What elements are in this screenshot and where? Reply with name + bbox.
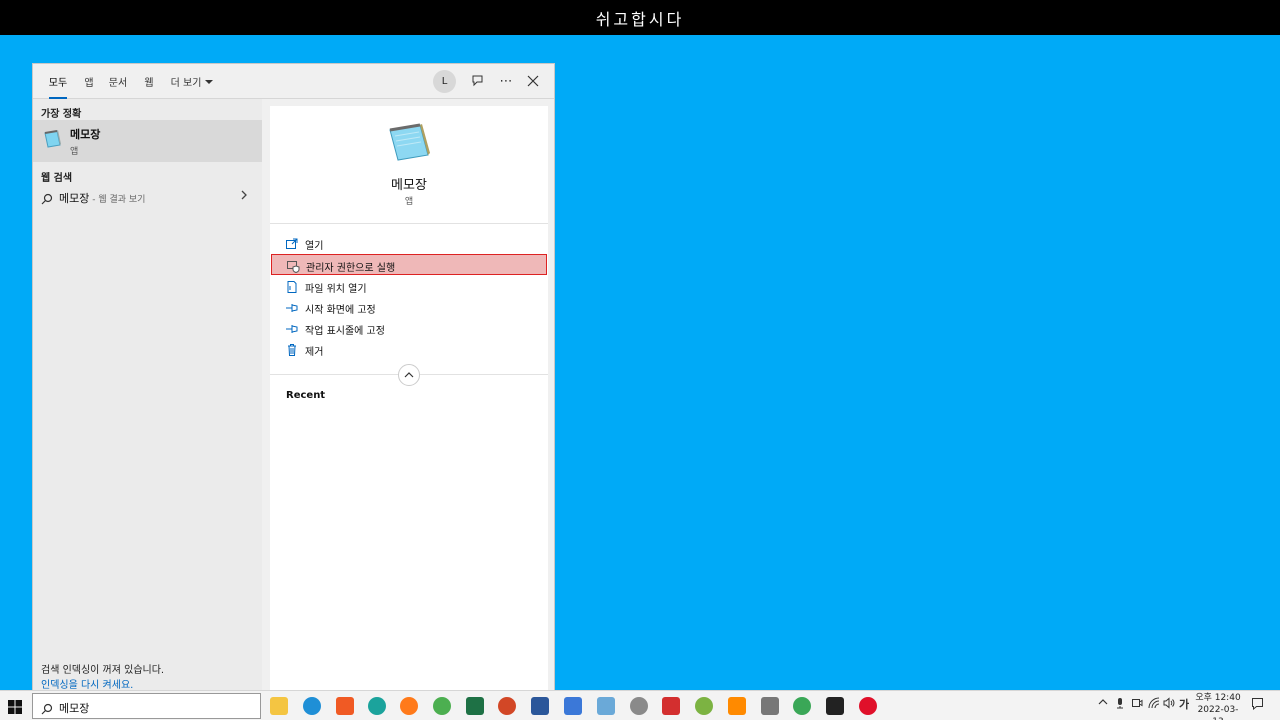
collapse-button[interactable] bbox=[398, 364, 420, 386]
web-search-query: 메모장 bbox=[59, 192, 90, 205]
recent-heading: Recent bbox=[286, 390, 326, 401]
volume-icon[interactable] bbox=[1163, 697, 1175, 712]
action-run-as-admin-label: 관리자 권한으로 실행 bbox=[306, 263, 396, 274]
action-pin-to-taskbar[interactable]: 작업 표시줄에 고정 bbox=[271, 318, 547, 339]
web-search-heading: 웹 검색 bbox=[41, 173, 73, 184]
app-icon[interactable] bbox=[368, 697, 386, 715]
app-icon[interactable] bbox=[826, 697, 844, 715]
word-icon[interactable] bbox=[531, 697, 549, 715]
action-open-file-location[interactable]: 파일 위치 열기 bbox=[271, 276, 547, 297]
action-open[interactable]: 열기 bbox=[271, 233, 547, 254]
firefox-icon[interactable] bbox=[400, 697, 418, 715]
window-title: 쉬고합시다 bbox=[595, 9, 685, 29]
pin-icon bbox=[285, 300, 299, 314]
pin-icon bbox=[285, 321, 299, 335]
file-location-icon bbox=[285, 279, 299, 293]
chrome-icon[interactable] bbox=[433, 697, 451, 715]
notepad-icon bbox=[41, 128, 63, 150]
best-match-heading: 가장 정확 bbox=[41, 109, 82, 120]
file-explorer-icon[interactable] bbox=[270, 697, 288, 715]
brave-icon[interactable] bbox=[336, 697, 354, 715]
edge-icon[interactable] bbox=[303, 697, 321, 715]
taskbar-search-box[interactable]: 메모장 bbox=[32, 693, 261, 719]
chevron-down-icon bbox=[205, 79, 214, 84]
clock-date: 2022-03-13 bbox=[1197, 705, 1239, 720]
search-tabs: 모두 앱 문서 웹 더 보기 L ⋯ bbox=[33, 64, 554, 99]
chevron-up-icon[interactable] bbox=[1098, 697, 1108, 710]
open-icon bbox=[285, 236, 299, 250]
window-title-bar: 쉬고합시다 bbox=[0, 0, 1280, 35]
excel-icon[interactable] bbox=[466, 697, 484, 715]
app-icon[interactable] bbox=[630, 697, 648, 715]
app-icon[interactable] bbox=[597, 697, 615, 715]
search-icon bbox=[41, 700, 53, 719]
search-panel: 모두 앱 문서 웹 더 보기 L ⋯ 가장 정확 메모장 앱 웹 검색 메모장 … bbox=[32, 63, 555, 691]
system-clock[interactable]: 오후 12:40 2022-03-13 bbox=[1194, 692, 1242, 720]
detail-app-name: 메모장 bbox=[391, 178, 427, 193]
powerpoint-icon[interactable] bbox=[498, 697, 516, 715]
app-icon[interactable] bbox=[564, 697, 582, 715]
app-icon[interactable] bbox=[695, 697, 713, 715]
action-uninstall[interactable]: 제거 bbox=[271, 339, 547, 360]
action-run-as-admin[interactable]: 관리자 권한으로 실행 bbox=[271, 254, 547, 275]
tab-more[interactable]: 더 보기 bbox=[169, 64, 215, 99]
chevron-right-icon bbox=[240, 189, 248, 204]
avatar[interactable]: L bbox=[433, 70, 456, 93]
more-options-icon[interactable]: ⋯ bbox=[497, 72, 515, 90]
tab-all[interactable]: 모두 bbox=[41, 64, 75, 99]
microphone-icon[interactable] bbox=[1115, 697, 1125, 712]
tab-documents[interactable]: 문서 bbox=[107, 64, 129, 99]
app-icon[interactable] bbox=[793, 697, 811, 715]
app-detail-pane: 메모장 앱 열기 관리자 권한으로 실행 파일 위치 열기 시작 화면에 고정 … bbox=[270, 106, 548, 691]
best-match-name: 메모장 bbox=[70, 128, 101, 141]
results-list: 가장 정확 메모장 앱 웹 검색 메모장 - 웹 결과 보기 검색 인덱싱이 꺼… bbox=[33, 99, 262, 691]
tab-apps[interactable]: 앱 bbox=[81, 64, 97, 99]
start-button[interactable] bbox=[6, 698, 24, 716]
action-open-file-location-label: 파일 위치 열기 bbox=[305, 284, 367, 295]
action-open-label: 열기 bbox=[305, 241, 324, 252]
best-match-type: 앱 bbox=[70, 147, 79, 157]
meet-now-icon[interactable] bbox=[1131, 697, 1143, 712]
clock-time: 오후 12:40 bbox=[1195, 693, 1241, 703]
web-search-suffix: - 웹 결과 보기 bbox=[89, 195, 146, 205]
detail-app-type: 앱 bbox=[404, 197, 414, 207]
search-icon bbox=[41, 190, 53, 209]
notepad-large-icon bbox=[386, 122, 432, 162]
calculator-icon[interactable] bbox=[761, 697, 779, 715]
notification-icon[interactable] bbox=[1251, 697, 1264, 713]
ime-indicator[interactable]: 가 bbox=[1179, 696, 1189, 712]
trash-icon bbox=[285, 342, 299, 356]
network-icon[interactable] bbox=[1148, 697, 1160, 712]
vlc-icon[interactable] bbox=[728, 697, 746, 715]
action-uninstall-label: 제거 bbox=[305, 347, 324, 358]
action-pin-to-taskbar-label: 작업 표시줄에 고정 bbox=[305, 326, 385, 337]
run-as-admin-icon bbox=[286, 258, 300, 274]
divider bbox=[270, 223, 548, 224]
turn-on-indexing-link[interactable]: 인덱싱을 다시 켜세요. bbox=[41, 676, 133, 691]
best-match-notepad[interactable]: 메모장 앱 bbox=[33, 120, 262, 162]
close-icon[interactable] bbox=[524, 72, 542, 90]
taskbar: 메모장 가 오후 12:40 2022-03-13 bbox=[0, 690, 1280, 720]
indexing-off-note: 검색 인덱싱이 꺼져 있습니다. bbox=[41, 665, 165, 676]
chevron-up-icon bbox=[404, 372, 414, 378]
tab-web[interactable]: 웹 bbox=[141, 64, 157, 99]
taskbar-search-value: 메모장 bbox=[59, 702, 90, 715]
windows-logo-icon bbox=[8, 700, 22, 714]
web-search-item[interactable]: 메모장 - 웹 결과 보기 bbox=[33, 185, 262, 207]
app-icon[interactable] bbox=[662, 697, 680, 715]
opera-icon[interactable] bbox=[859, 697, 877, 715]
action-pin-to-start-label: 시작 화면에 고정 bbox=[305, 305, 376, 316]
feedback-icon[interactable] bbox=[469, 72, 487, 90]
action-pin-to-start[interactable]: 시작 화면에 고정 bbox=[271, 297, 547, 318]
